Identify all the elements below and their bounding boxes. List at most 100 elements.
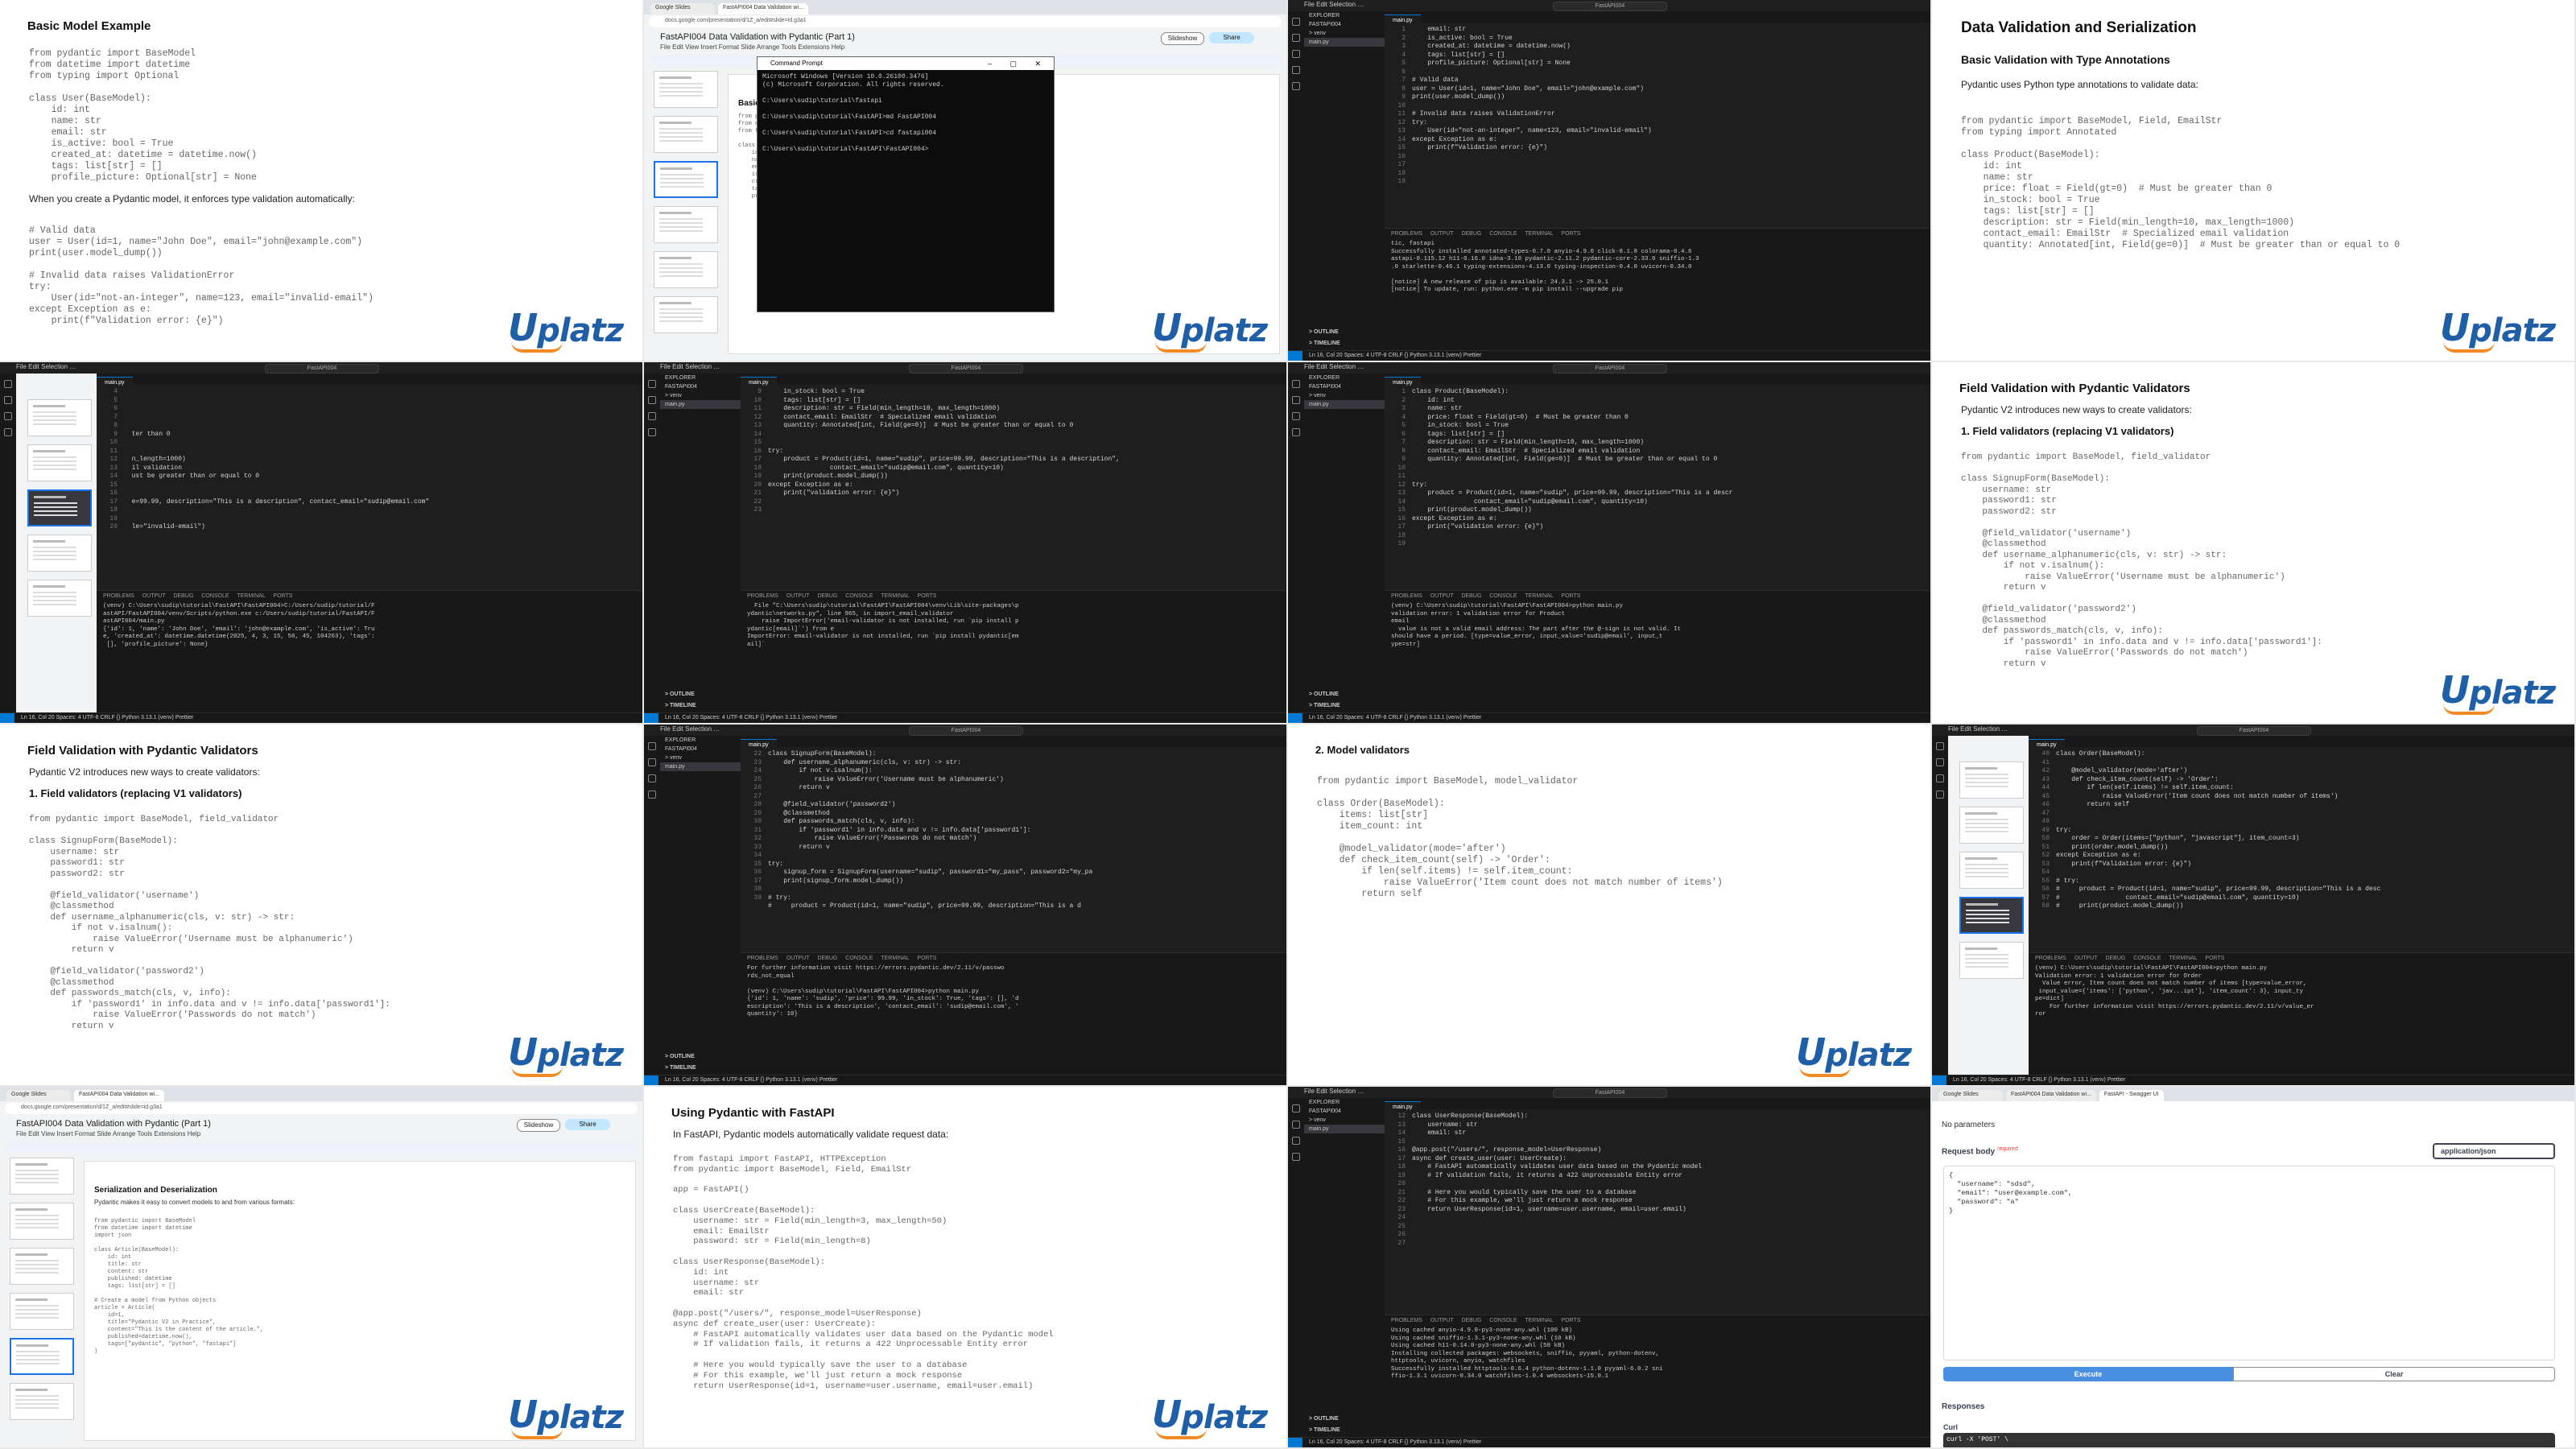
tab-doc[interactable]: FastAPI004 Data Validation wi... — [74, 1090, 164, 1101]
panel-tabs[interactable]: PROBLEMS OUTPUT DEBUG CONSOLE TERMINAL P… — [97, 591, 642, 601]
slide-filmstrip[interactable] — [647, 71, 724, 356]
source-control-icon[interactable] — [1936, 774, 1944, 782]
files-icon[interactable] — [4, 380, 12, 388]
vscode-menu[interactable]: File Edit Selection … — [1304, 1, 1364, 8]
editor-tab[interactable]: main.py — [1385, 14, 1421, 27]
activity-bar[interactable] — [1288, 374, 1304, 713]
slide-thumb[interactable] — [654, 206, 718, 243]
timeline-section[interactable]: > TIMELINE — [1304, 339, 1345, 348]
terminal-output[interactable]: For further information visit https://er… — [747, 965, 1280, 1019]
activity-bar[interactable] — [0, 374, 16, 713]
address-bar[interactable] — [1937, 1103, 2570, 1114]
slide-thumb[interactable] — [654, 71, 718, 108]
source-control-icon[interactable] — [648, 774, 656, 782]
source-control-icon[interactable] — [4, 412, 12, 420]
source-code[interactable]: class Product(BaseModel): id: int name: … — [1412, 388, 1732, 532]
slide-thumb[interactable] — [1959, 852, 2024, 889]
search-icon[interactable] — [1936, 758, 1944, 766]
vscode-menu[interactable]: File Edit Selection … — [16, 363, 76, 370]
doc-title[interactable]: FastAPI004 Data Validation with Pydantic… — [16, 1119, 211, 1129]
files-icon[interactable] — [1292, 380, 1300, 388]
code-editor[interactable]: 12 13 14 15 16 17 18 19 20 21 22 23 24 2… — [1385, 1113, 1930, 1310]
slideshow-button[interactable]: Slideshow — [517, 1119, 560, 1132]
run-debug-icon[interactable] — [1292, 428, 1300, 436]
panel-tabs[interactable]: PROBLEMS OUTPUT DEBUG CONSOLE TERMINAL P… — [1385, 591, 1930, 601]
slide-thumb[interactable] — [1959, 762, 2024, 799]
slide-thumb[interactable] — [10, 1203, 74, 1240]
editor-area[interactable]: main.py 12 13 14 15 16 17 18 19 20 21 22… — [1385, 1098, 1930, 1438]
slide-thumb[interactable] — [27, 399, 92, 436]
folder-item[interactable]: FASTAPI004 — [1304, 382, 1385, 391]
run-debug-icon[interactable] — [648, 428, 656, 436]
slide-filmstrip[interactable] — [16, 398, 106, 708]
file-item[interactable]: main.py — [1304, 400, 1385, 409]
slide-thumb[interactable] — [10, 1293, 74, 1330]
editor-tab[interactable]: main.py — [741, 377, 777, 389]
terminal-panel[interactable]: PROBLEMS OUTPUT DEBUG CONSOLE TERMINAL P… — [2029, 952, 2574, 1075]
execute-button[interactable]: Execute — [1943, 1367, 2233, 1381]
code-editor[interactable]: 22 23 24 25 26 27 28 29 30 31 32 33 34 3… — [741, 750, 1286, 947]
code-editor[interactable]: 1 2 3 4 5 6 7 8 9 10 11 12 13 14 15 16 1… — [1385, 26, 1930, 223]
outline-section[interactable]: > OUTLINE — [660, 690, 700, 699]
terminal-output[interactable]: Using cached anyio-4.9.0-py3-none-any.wh… — [1391, 1327, 1924, 1381]
slide-thumb[interactable] — [654, 161, 718, 198]
vscode-menu[interactable]: File Edit Selection … — [660, 363, 720, 370]
share-button[interactable]: Share — [1209, 32, 1254, 43]
editor-area[interactable]: main.py 40 41 42 43 44 45 46 47 48 49 50… — [2029, 736, 2574, 1075]
slide-filmstrip[interactable] — [3, 1158, 80, 1443]
timeline-section[interactable]: > TIMELINE — [1304, 701, 1345, 710]
slide-thumb[interactable] — [27, 444, 92, 481]
extensions-icon[interactable] — [1292, 82, 1300, 90]
source-control-icon[interactable] — [1292, 50, 1300, 58]
doc-title[interactable]: FastAPI004 Data Validation with Pydantic… — [660, 32, 855, 42]
source-control-icon[interactable] — [1292, 1137, 1300, 1145]
doc-toolbar[interactable] — [5, 1141, 638, 1153]
activity-bar[interactable] — [644, 736, 660, 1075]
panel-tabs[interactable]: PROBLEMS OUTPUT DEBUG CONSOLE TERMINAL P… — [2029, 953, 2574, 964]
editor-area[interactable]: main.py 9 10 11 12 13 14 15 16 17 18 19 … — [741, 374, 1286, 713]
panel-tabs[interactable]: PROBLEMS OUTPUT DEBUG CONSOLE TERMINAL P… — [1385, 229, 1930, 239]
activity-bar[interactable] — [1932, 736, 1948, 1075]
doc-menu[interactable]: File Edit View Insert Format Slide Arran… — [16, 1130, 200, 1137]
editor-tab[interactable]: main.py — [1385, 377, 1421, 389]
terminal-output[interactable]: File "C:\Users\sudip\tutorial\FastAPI\Fa… — [747, 603, 1280, 649]
slide-thumb[interactable] — [654, 251, 718, 288]
slide-thumb[interactable] — [27, 535, 92, 572]
slide-thumb[interactable] — [1959, 897, 2024, 934]
venv-folder[interactable]: > venv — [660, 391, 741, 400]
command-center-search[interactable]: FastAPI004 — [1553, 2, 1667, 11]
timeline-section[interactable]: > TIMELINE — [660, 1063, 701, 1072]
slideshow-button[interactable]: Slideshow — [1161, 32, 1204, 45]
slide-thumb[interactable] — [1959, 942, 2024, 979]
tab-google-slides[interactable]: Google Slides — [1938, 1090, 2003, 1101]
folder-item[interactable]: FASTAPI004 — [1304, 1107, 1385, 1116]
search-icon[interactable] — [1292, 34, 1300, 42]
outline-section[interactable]: > OUTLINE — [1304, 1414, 1344, 1423]
terminal-output[interactable]: (venv) C:\Users\sudip\tutorial\FastAPI\F… — [2035, 965, 2568, 1019]
search-icon[interactable] — [1292, 396, 1300, 404]
folder-item[interactable]: FASTAPI004 — [660, 382, 741, 391]
file-item[interactable]: main.py — [1304, 1125, 1385, 1133]
run-debug-icon[interactable] — [4, 428, 12, 436]
curl-command[interactable]: curl -X 'POST' \ — [1943, 1433, 2555, 1447]
slide-thumb[interactable] — [10, 1248, 74, 1285]
address-bar[interactable]: docs.google.com/presentation/d/1Z_a/edit… — [649, 16, 1282, 27]
search-icon[interactable] — [648, 758, 656, 766]
editor-area[interactable]: main.py 4 5 6 7 8 9 10 11 12 13 14 15 16… — [97, 374, 642, 713]
outline-section[interactable]: > OUTLINE — [1304, 690, 1344, 699]
command-center-search[interactable]: FastAPI004 — [2197, 726, 2311, 736]
editor-tab[interactable]: main.py — [741, 739, 777, 751]
slide-thumb[interactable] — [27, 580, 92, 617]
source-code[interactable]: class SignupForm(BaseModel): def usernam… — [768, 750, 1092, 911]
slide-thumb[interactable] — [10, 1338, 74, 1375]
editor-area[interactable]: main.py 1 2 3 4 5 6 7 8 9 10 11 12 13 14… — [1385, 11, 1930, 351]
outline-section[interactable]: > OUTLINE — [1304, 328, 1344, 336]
command-center-search[interactable]: FastAPI004 — [909, 364, 1023, 374]
files-icon[interactable] — [1936, 742, 1944, 750]
activity-bar[interactable] — [1288, 11, 1304, 351]
terminal-output[interactable]: (venv) C:\Users\sudip\tutorial\FastAPI\F… — [103, 603, 636, 649]
timeline-section[interactable]: > TIMELINE — [660, 701, 701, 710]
slide-thumb[interactable] — [654, 296, 718, 333]
files-icon[interactable] — [1292, 18, 1300, 26]
code-editor[interactable]: 40 41 42 43 44 45 46 47 48 49 50 51 52 5… — [2029, 750, 2574, 947]
